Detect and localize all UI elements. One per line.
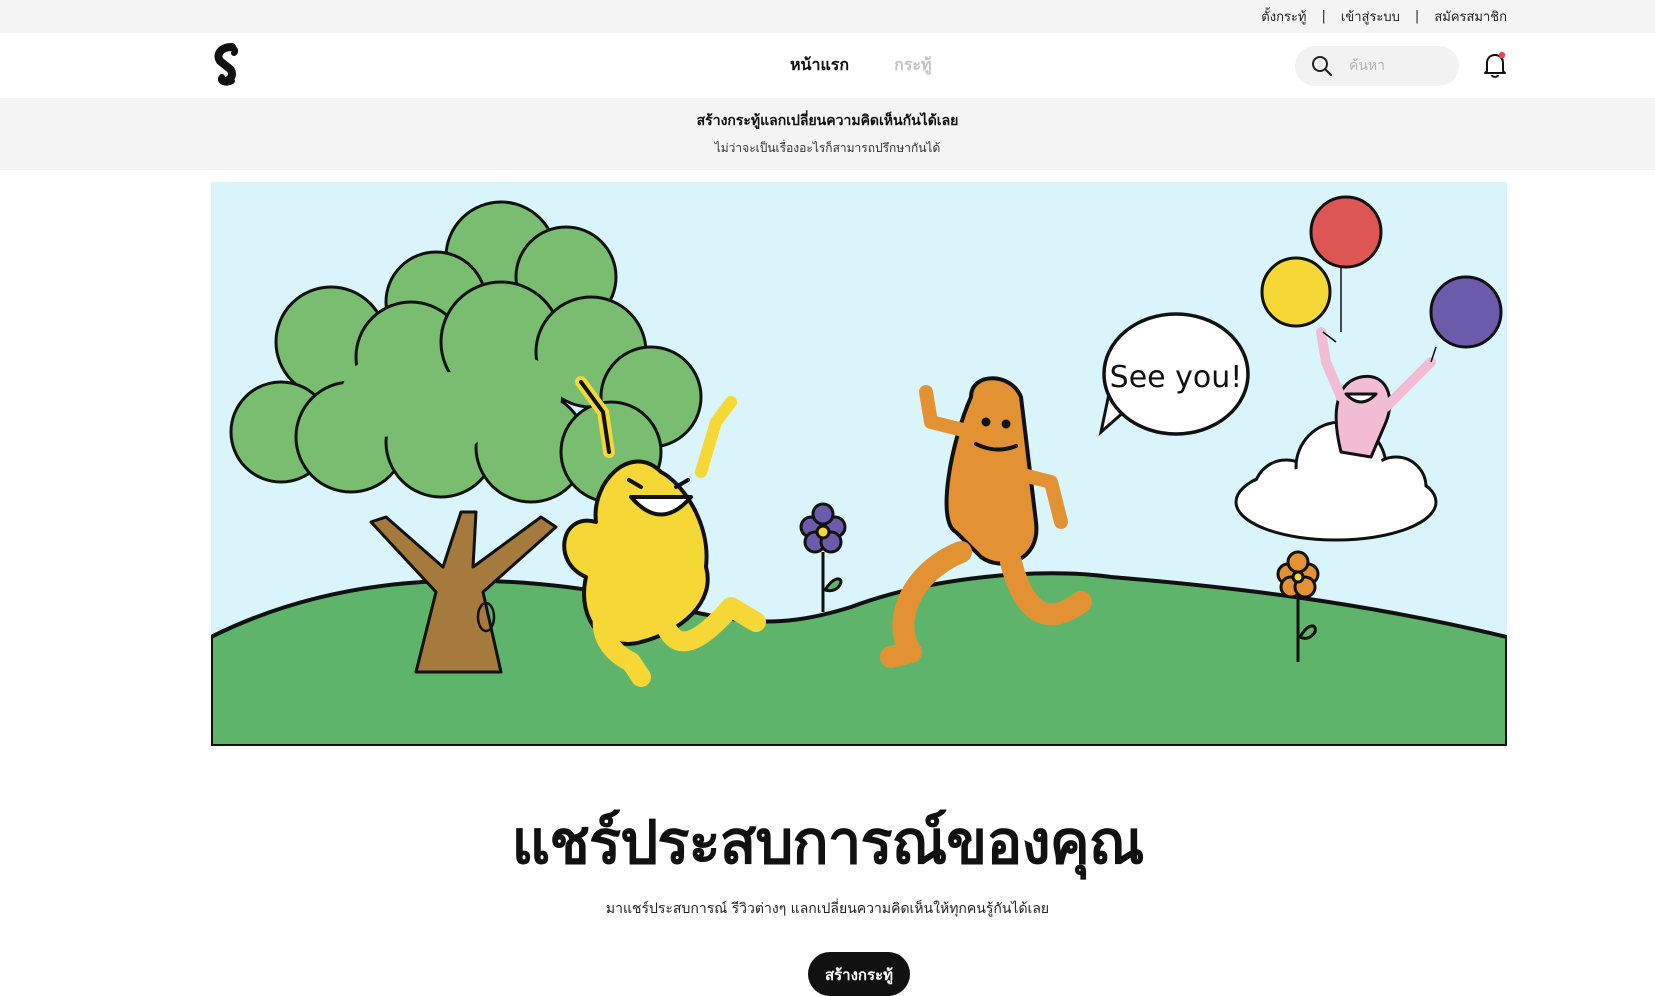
separator: | [1414,9,1420,24]
banner-subtitle: ไม่ว่าจะเป็นเรื่องอะไรก็สามารถปรึกษากันไ… [714,141,941,155]
search-box[interactable] [1295,46,1459,86]
page-subheadline: มาแชร์ประสบการณ์ รีวิวต่างๆ แลกเปลี่ยนคว… [605,901,1050,917]
banner-title: สร้างกระทู้แลกเปลี่ยนความคิดเห็นกันได้เล… [696,113,959,129]
register-link[interactable]: สมัครสมาชิก [1434,6,1507,27]
primary-nav: หน้าแรก กระทู้ [790,33,931,98]
search-input[interactable] [1347,57,1451,75]
info-banner: สร้างกระทู้แลกเปลี่ยนความคิดเห็นกันได้เล… [0,98,1655,170]
create-thread-button[interactable]: สร้างกระทู้ [808,952,910,996]
create-thread-link[interactable]: ตั้งกระทู้ [1261,6,1306,27]
nav-threads[interactable]: กระทู้ [894,53,931,78]
speech-bubble-text: See you! [1110,360,1243,395]
separator: | [1321,9,1326,24]
top-utility-bar: ตั้งกระทู้ | เข้าสู่ระบบ | สมัครสมาชิก [0,0,1655,33]
page-headline: แชร์ประสบการณ์ของคุณ [511,808,1145,878]
nav-home[interactable]: หน้าแรก [790,53,849,78]
bell-icon[interactable] [1482,51,1508,79]
notification-dot [1498,51,1506,59]
top-links: ตั้งกระทู้ | เข้าสู่ระบบ | สมัครสมาชิก [1261,0,1507,33]
hero-illustration: See you! [211,182,1507,746]
s-logo-icon[interactable] [210,43,246,87]
search-icon[interactable] [1311,55,1333,77]
main-navbar: หน้าแรก กระทู้ [0,33,1655,98]
login-link[interactable]: เข้าสู่ระบบ [1341,6,1400,27]
